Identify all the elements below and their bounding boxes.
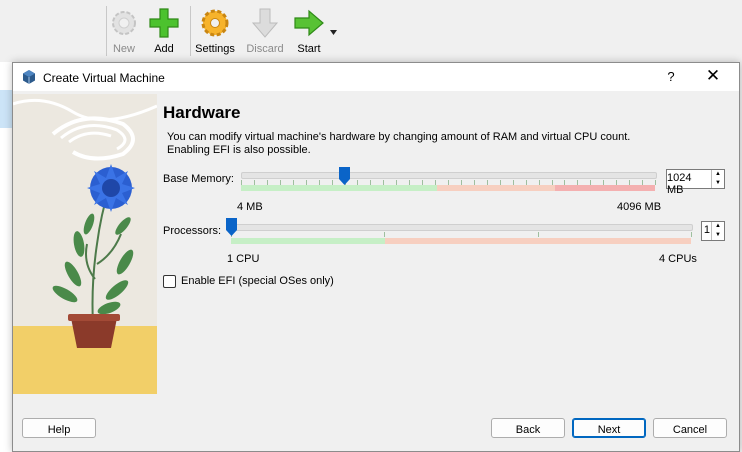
memory-tick bbox=[577, 180, 579, 185]
vm-list-selection[interactable] bbox=[0, 90, 12, 128]
settings-label: Settings bbox=[195, 43, 235, 55]
memory-tick bbox=[448, 180, 449, 185]
new-gear-icon bbox=[112, 11, 136, 35]
memory-zone-warning bbox=[437, 185, 555, 191]
dialog-footer: Help Back Next Cancel bbox=[13, 405, 739, 451]
memory-tick bbox=[318, 180, 320, 185]
processors-label: Processors: bbox=[163, 225, 222, 237]
memory-max-label: 4096 MB bbox=[617, 201, 662, 213]
memory-increase-icon[interactable]: ▲ bbox=[712, 170, 724, 179]
memory-tick bbox=[435, 180, 437, 185]
memory-tick bbox=[629, 180, 631, 185]
page-description: You can modify virtual machine's hardwar… bbox=[167, 131, 727, 157]
memory-tick bbox=[396, 180, 398, 185]
settings-button[interactable]: Settings bbox=[193, 6, 237, 55]
memory-slider-track[interactable] bbox=[241, 172, 657, 179]
help-button[interactable]: Help bbox=[22, 418, 96, 438]
memory-tick bbox=[655, 180, 656, 185]
memory-tick bbox=[486, 180, 488, 185]
memory-zone-danger bbox=[555, 185, 655, 191]
create-vm-dialog: Create Virtual Machine ? ✕ Hardware You … bbox=[12, 62, 740, 452]
add-label: Add bbox=[154, 43, 174, 55]
new-label: New bbox=[112, 43, 135, 55]
processors-slider-handle[interactable] bbox=[226, 218, 237, 236]
memory-tick bbox=[279, 180, 281, 185]
memory-tick bbox=[525, 180, 527, 185]
cancel-button[interactable]: Cancel bbox=[653, 418, 727, 438]
processors-slider-track[interactable] bbox=[231, 224, 693, 231]
memory-tick bbox=[616, 180, 618, 185]
memory-tick bbox=[460, 180, 462, 185]
back-button[interactable]: Back bbox=[491, 418, 565, 438]
memory-spin-arrows: ▲ ▼ bbox=[711, 170, 724, 188]
start-arrow-icon bbox=[294, 9, 324, 37]
virtualbox-icon bbox=[23, 70, 35, 84]
toolbar-separator bbox=[106, 6, 107, 56]
dialog-titlebar: Create Virtual Machine ? ✕ bbox=[13, 63, 739, 91]
discard-label: Discard bbox=[246, 43, 284, 55]
flower-pot-illustration bbox=[13, 94, 157, 394]
efi-checkbox-label[interactable]: Enable EFI (special OSes only) bbox=[181, 275, 334, 287]
memory-zone-recommended bbox=[241, 185, 437, 191]
processors-min-label: 1 CPU bbox=[227, 253, 260, 265]
memory-tick bbox=[499, 180, 501, 185]
memory-tick bbox=[590, 180, 592, 185]
memory-tick bbox=[305, 180, 307, 185]
dialog-title: Create Virtual Machine bbox=[43, 71, 165, 85]
memory-tick bbox=[266, 180, 268, 185]
memory-spinbox[interactable]: 1024 MB ▲ ▼ bbox=[666, 169, 725, 196]
memory-tick bbox=[551, 180, 553, 185]
wizard-illustration bbox=[13, 94, 157, 394]
processors-tick bbox=[384, 232, 386, 237]
memory-tick bbox=[422, 180, 424, 185]
memory-tick bbox=[357, 180, 359, 185]
processors-spin-arrows: ▲ ▼ bbox=[711, 222, 724, 240]
processors-tick bbox=[537, 232, 539, 237]
processors-spinbox[interactable]: 1 ▲ ▼ bbox=[701, 221, 725, 241]
help-icon[interactable]: ? bbox=[663, 69, 679, 84]
memory-tick bbox=[603, 180, 605, 185]
add-plus-icon bbox=[149, 8, 179, 38]
processors-tick bbox=[691, 232, 692, 237]
start-label: Start bbox=[297, 43, 321, 55]
memory-decrease-icon[interactable]: ▼ bbox=[712, 179, 724, 188]
memory-tick bbox=[473, 180, 475, 185]
memory-value: 1024 MB bbox=[667, 172, 692, 196]
processors-zone-warning bbox=[385, 238, 691, 244]
processors-decrease-icon[interactable]: ▼ bbox=[712, 231, 724, 240]
processors-max-label: 4 CPUs bbox=[659, 253, 697, 265]
memory-tick bbox=[512, 180, 514, 185]
processors-zone-recommended bbox=[231, 238, 385, 244]
discard-arrow-icon bbox=[251, 8, 279, 38]
memory-tick bbox=[241, 180, 242, 185]
discard-button[interactable]: Discard bbox=[243, 6, 287, 55]
memory-tick bbox=[564, 180, 566, 185]
memory-tick bbox=[538, 180, 540, 185]
new-button[interactable]: New bbox=[102, 6, 146, 55]
processors-increase-icon[interactable]: ▲ bbox=[712, 222, 724, 231]
description-line-1: You can modify virtual machine's hardwar… bbox=[167, 131, 631, 143]
memory-tick bbox=[292, 180, 294, 185]
memory-min-label: 4 MB bbox=[237, 201, 263, 213]
memory-tick bbox=[253, 180, 255, 185]
start-dropdown-icon[interactable] bbox=[330, 30, 338, 36]
add-button[interactable]: Add bbox=[142, 6, 186, 55]
next-button[interactable]: Next bbox=[572, 418, 646, 438]
toolbar-separator bbox=[190, 6, 191, 56]
efi-checkbox[interactable] bbox=[163, 275, 176, 288]
memory-tick bbox=[642, 180, 644, 185]
description-line-2: Enabling EFI is also possible. bbox=[167, 144, 311, 156]
start-button[interactable]: Start bbox=[287, 6, 331, 55]
processors-value: 1 bbox=[703, 224, 710, 236]
page-title: Hardware bbox=[163, 103, 241, 122]
memory-tick bbox=[409, 180, 411, 185]
memory-tick bbox=[331, 180, 333, 185]
memory-tick bbox=[370, 180, 372, 185]
memory-slider-handle[interactable] bbox=[339, 167, 351, 185]
base-memory-label: Base Memory: bbox=[163, 173, 234, 185]
manager-toolbar: New Add Settings Discard Start bbox=[0, 0, 742, 62]
close-icon[interactable]: ✕ bbox=[703, 66, 723, 86]
memory-tick bbox=[383, 180, 385, 185]
settings-gear-icon bbox=[201, 9, 229, 37]
